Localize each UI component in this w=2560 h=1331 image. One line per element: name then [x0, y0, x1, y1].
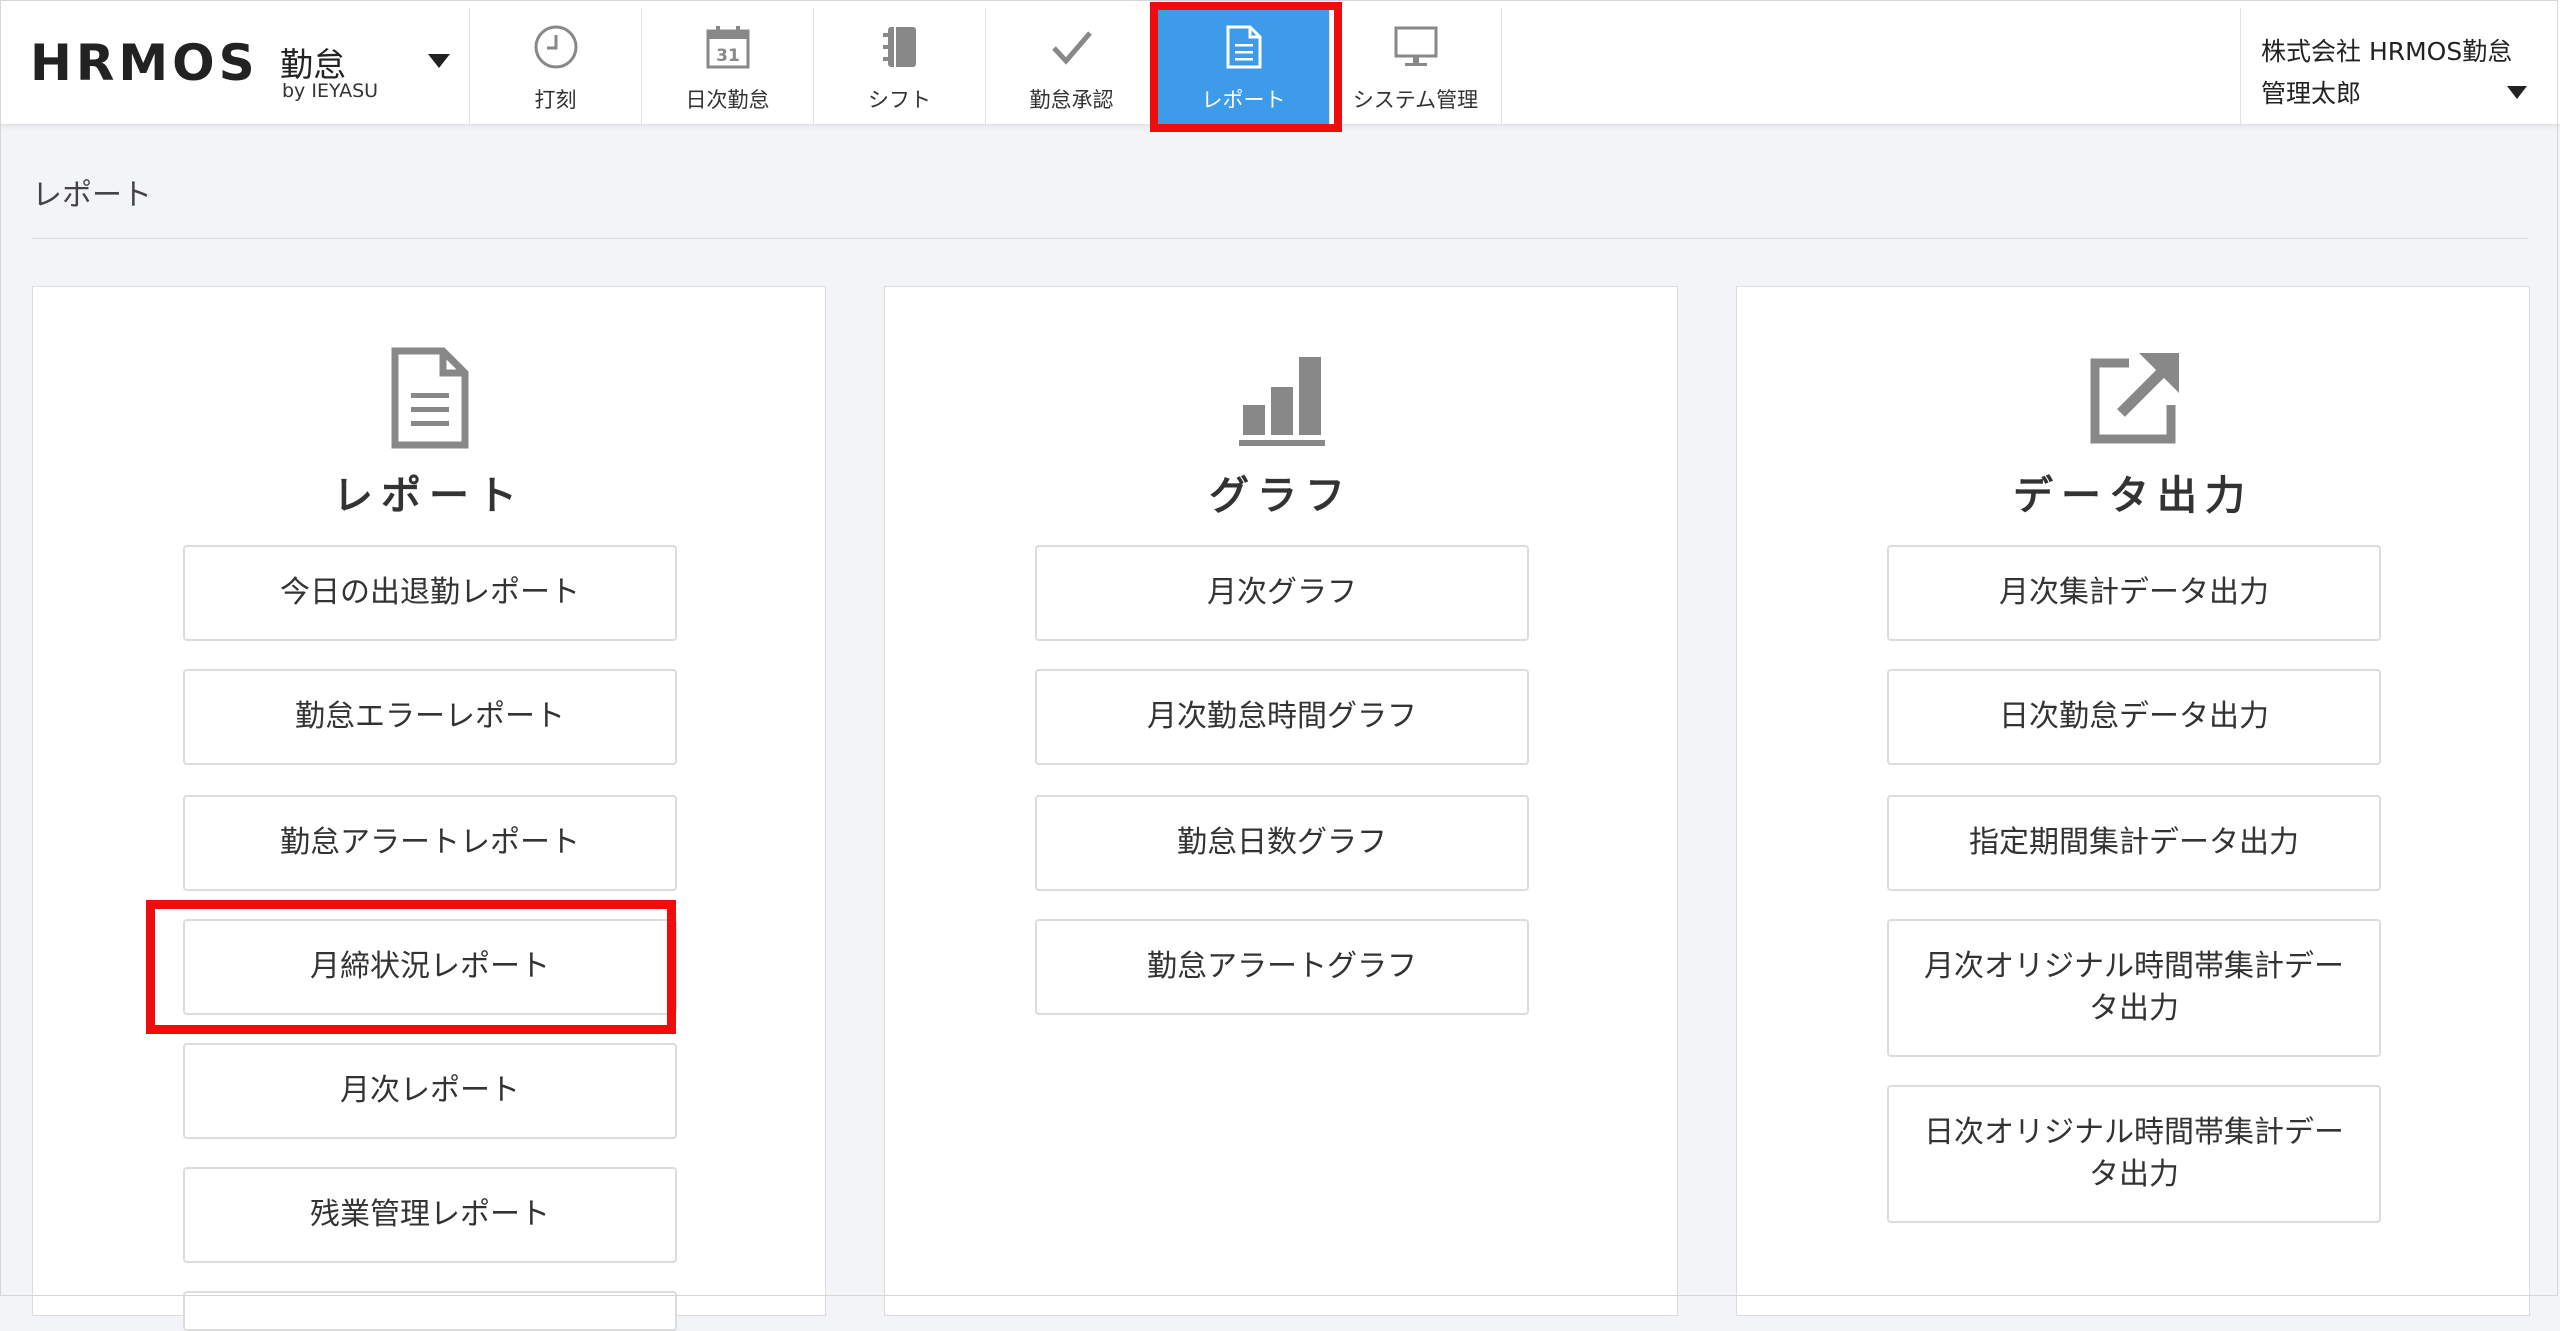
top-header: HRMOS 勤怠 by IEYASU 打刻 31 日次勤怠 シフト 勤怠承認 レ… — [0, 0, 2560, 125]
button-label: 勤怠エラーレポート — [295, 699, 565, 734]
button-label: 勤怠アラートグラフ — [1147, 949, 1417, 984]
button-label: 勤怠日数グラフ — [1177, 825, 1387, 860]
attendance-days-graph-button[interactable]: 勤怠日数グラフ — [1035, 795, 1529, 891]
button-label: 月次集計データ出力 — [1999, 575, 2269, 610]
button-label: 月締状況レポート — [310, 949, 550, 984]
button-label: 今日の出退勤レポート — [280, 575, 580, 610]
clock-icon — [529, 20, 583, 74]
bar-chart-icon — [1225, 341, 1337, 453]
button-label: 勤怠アラートレポート — [280, 825, 580, 860]
nav-item-attendance-approval[interactable]: 勤怠承認 — [986, 8, 1158, 124]
data-export-card: データ出力 月次集計データ出力 日次勤怠データ出力 指定期間集計データ出力 月次… — [1736, 286, 2530, 1316]
nav-label: 日次勤怠 — [685, 88, 770, 112]
nav-label: 打刻 — [534, 88, 577, 112]
nav-label: 勤怠承認 — [1029, 88, 1114, 112]
main-nav: 打刻 31 日次勤怠 シフト 勤怠承認 レポート システム管理 — [470, 8, 1502, 124]
page-title: レポート — [32, 178, 152, 213]
checkmark-icon — [1045, 20, 1099, 74]
nav-item-system-admin[interactable]: システム管理 — [1330, 8, 1502, 124]
monthly-custom-timeband-export-button[interactable]: 月次オリジナル時間帯集計データ出力 — [1887, 919, 2381, 1057]
document-icon — [1217, 20, 1271, 74]
nav-item-report[interactable]: レポート — [1158, 8, 1330, 124]
monthly-summary-export-button[interactable]: 月次集計データ出力 — [1887, 545, 2381, 641]
user-menu[interactable]: 株式会社 HRMOS勤怠 管理太郎 — [2240, 8, 2560, 124]
button-label: 指定期間集計データ出力 — [1969, 825, 2299, 860]
button-label: 月次レポート — [340, 1073, 520, 1108]
button-label: 日次オリジナル時間帯集計データ出力 — [1924, 1115, 2344, 1192]
button-label: 残業管理レポート — [310, 1197, 550, 1232]
user-menu-caret-icon[interactable] — [2507, 86, 2527, 99]
nav-label: シフト — [868, 88, 931, 112]
logo-byline: by IEYASU — [282, 80, 379, 102]
nav-item-clock-in[interactable]: 打刻 — [470, 8, 642, 124]
graph-card: グラフ 月次グラフ 月次勤怠時間グラフ 勤怠日数グラフ 勤怠アラートグラフ — [884, 286, 1678, 1316]
monitor-icon — [1389, 20, 1443, 74]
app-switcher-caret-icon[interactable] — [428, 54, 450, 68]
overtime-management-report-button[interactable]: 残業管理レポート — [183, 1167, 677, 1263]
page-title-divider — [32, 238, 2528, 239]
button-label: 月次オリジナル時間帯集計データ出力 — [1924, 949, 2344, 1026]
nav-label: システム管理 — [1352, 88, 1479, 112]
notebook-icon — [873, 20, 927, 74]
button-label: 日次勤怠データ出力 — [1999, 699, 2269, 734]
nav-item-shift[interactable]: シフト — [814, 8, 986, 124]
button-label: 月次勤怠時間グラフ — [1147, 699, 1417, 734]
attendance-alert-report-button[interactable]: 勤怠アラートレポート — [183, 795, 677, 891]
button-label: 月次グラフ — [1207, 575, 1357, 610]
report-card: レポート 今日の出退勤レポート 勤怠エラーレポート 勤怠アラートレポート 月締状… — [32, 286, 826, 1331]
card-title: グラフ — [1209, 473, 1353, 519]
monthly-closing-status-report-button[interactable]: 月締状況レポート — [183, 919, 677, 1015]
nav-item-daily-attendance[interactable]: 31 日次勤怠 — [642, 8, 814, 124]
attendance-alert-graph-button[interactable]: 勤怠アラートグラフ — [1035, 919, 1529, 1015]
nav-label: レポート — [1201, 88, 1286, 112]
logo-product-name: 勤怠 — [280, 45, 346, 84]
export-icon — [2077, 341, 2189, 453]
logo-wordmark: HRMOS — [30, 34, 259, 92]
document-icon — [373, 341, 485, 453]
daily-attendance-export-button[interactable]: 日次勤怠データ出力 — [1887, 669, 2381, 765]
attendance-error-report-button[interactable]: 勤怠エラーレポート — [183, 669, 677, 765]
user-name: 管理太郎 — [2261, 79, 2362, 108]
period-summary-export-button[interactable]: 指定期間集計データ出力 — [1887, 795, 2381, 891]
calendar-icon-date: 31 — [716, 46, 740, 66]
app-logo[interactable]: HRMOS 勤怠 by IEYASU — [30, 32, 450, 102]
card-title: データ出力 — [2013, 473, 2253, 519]
monthly-report-button[interactable]: 月次レポート — [183, 1043, 677, 1139]
calendar-icon: 31 — [701, 20, 755, 74]
card-title: レポート — [333, 473, 525, 519]
monthly-graph-button[interactable]: 月次グラフ — [1035, 545, 1529, 641]
today-attendance-report-button[interactable]: 今日の出退勤レポート — [183, 545, 677, 641]
daily-custom-timeband-export-button[interactable]: 日次オリジナル時間帯集計データ出力 — [1887, 1085, 2381, 1223]
company-name: 株式会社 HRMOS勤怠 — [2261, 37, 2513, 66]
more-report-button[interactable] — [183, 1291, 677, 1331]
monthly-work-hours-graph-button[interactable]: 月次勤怠時間グラフ — [1035, 669, 1529, 765]
